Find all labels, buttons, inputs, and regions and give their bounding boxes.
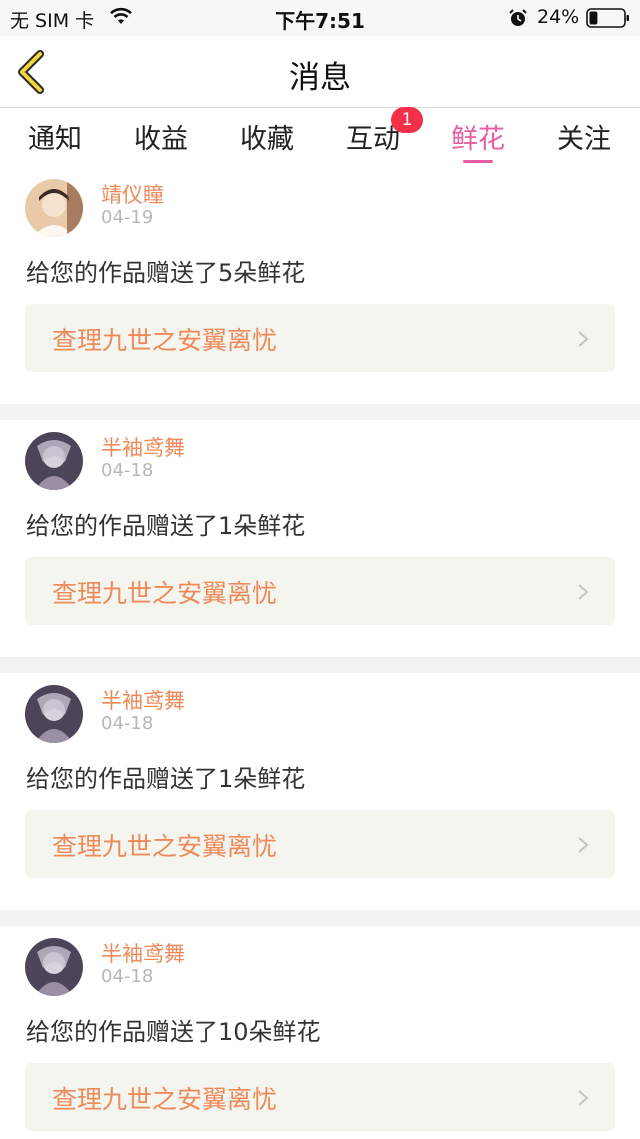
tab-earnings[interactable]: 收益 — [111, 117, 211, 163]
chevron-right-icon — [578, 837, 589, 853]
message-text: 给您的作品赠送了1朵鲜花 — [26, 512, 306, 540]
work-link[interactable]: 查理九世之安翼离忧 — [25, 304, 615, 372]
divider — [0, 657, 640, 673]
work-link[interactable]: 查理九世之安翼离忧 — [25, 810, 615, 878]
user-name[interactable]: 半袖鸢舞 — [101, 685, 185, 715]
work-title: 查理九世之安翼离忧 — [52, 579, 278, 608]
user-name[interactable]: 靖仪瞳 — [101, 179, 164, 209]
work-title: 查理九世之安翼离忧 — [52, 326, 278, 355]
chevron-right-icon — [578, 1090, 589, 1106]
battery-icon — [586, 8, 629, 28]
alarm-icon — [509, 9, 527, 26]
divider — [0, 910, 640, 926]
avatar[interactable] — [25, 938, 83, 996]
divider — [0, 404, 640, 420]
post-date: 04-19 — [101, 207, 154, 228]
tab-favorites[interactable]: 收藏 — [217, 117, 317, 163]
tab-interactions[interactable]: 互动 1 — [323, 107, 423, 163]
tab-label: 收藏 — [240, 124, 294, 155]
battery-percent: 24% — [537, 6, 580, 28]
unread-badge: 1 — [391, 107, 423, 133]
post-date: 04-18 — [101, 460, 154, 481]
tab-following[interactable]: 关注 — [534, 117, 634, 163]
list-item: 半袖鸢舞 04-18 给您的作品赠送了1朵鲜花 查理九世之安翼离忧 — [0, 420, 640, 657]
nav-bar: 消息 — [0, 36, 640, 108]
active-tab-indicator — [463, 160, 493, 163]
tab-label: 关注 — [557, 124, 611, 155]
user-name[interactable]: 半袖鸢舞 — [101, 432, 185, 462]
avatar[interactable] — [25, 685, 83, 743]
tab-label: 通知 — [28, 124, 82, 155]
work-title: 查理九世之安翼离忧 — [52, 1085, 278, 1114]
avatar[interactable] — [25, 179, 83, 237]
tab-notifications[interactable]: 通知 — [5, 117, 105, 163]
work-title: 查理九世之安翼离忧 — [52, 832, 278, 861]
list-item: 靖仪瞳 04-19 给您的作品赠送了5朵鲜花 查理九世之安翼离忧 — [0, 167, 640, 404]
post-date: 04-18 — [101, 713, 154, 734]
message-text: 给您的作品赠送了1朵鲜花 — [26, 765, 306, 793]
post-date: 04-18 — [101, 966, 154, 987]
tab-label: 互动 — [346, 124, 400, 155]
chevron-right-icon — [578, 331, 589, 347]
page-title: 消息 — [289, 60, 351, 96]
work-link[interactable]: 查理九世之安翼离忧 — [25, 1063, 615, 1131]
tab-bar: 通知 收益 收藏 互动 1 鲜花 关注 — [0, 107, 640, 167]
flower-message-list: 靖仪瞳 04-19 给您的作品赠送了5朵鲜花 查理九世之安翼离忧 半袖鸢舞 04… — [0, 167, 640, 1139]
list-item: 半袖鸢舞 04-18 给您的作品赠送了1朵鲜花 查理九世之安翼离忧 — [0, 673, 640, 910]
chevron-right-icon — [578, 584, 589, 600]
avatar[interactable] — [25, 432, 83, 490]
tab-label: 鲜花 — [451, 124, 505, 155]
message-text: 给您的作品赠送了10朵鲜花 — [26, 1018, 321, 1046]
tab-flowers[interactable]: 鲜花 — [428, 117, 528, 163]
tab-label: 收益 — [134, 124, 188, 155]
work-link[interactable]: 查理九世之安翼离忧 — [25, 557, 615, 625]
user-name[interactable]: 半袖鸢舞 — [101, 938, 185, 968]
status-bar: 无 SIM 卡 下午7:51 24% — [0, 0, 640, 36]
message-text: 给您的作品赠送了5朵鲜花 — [26, 259, 306, 287]
list-item: 半袖鸢舞 04-18 给您的作品赠送了10朵鲜花 查理九世之安翼离忧 — [0, 926, 640, 1139]
